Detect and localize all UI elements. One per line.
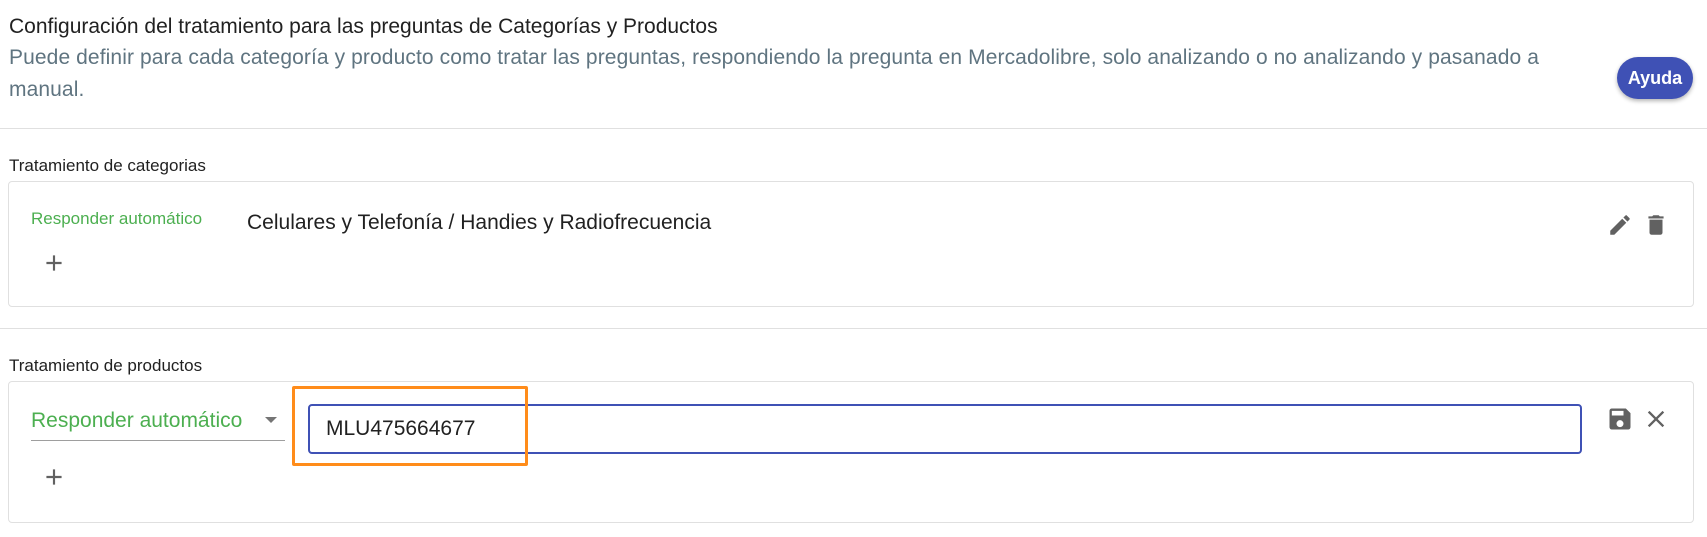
divider <box>0 328 1707 329</box>
products-card: Responder automático <box>8 381 1694 523</box>
divider <box>0 128 1707 129</box>
product-id-input[interactable] <box>308 404 1582 454</box>
add-product-icon[interactable] <box>39 462 69 492</box>
page: Configuración del tratamiento para las p… <box>0 0 1707 537</box>
dropdown-arrow-icon <box>265 417 277 423</box>
edit-icon[interactable] <box>1605 210 1635 240</box>
category-treatment-label: Responder automático <box>31 209 203 228</box>
help-button[interactable]: Ayuda <box>1617 57 1693 99</box>
add-category-icon[interactable] <box>39 248 69 278</box>
categories-card: Responder automático Celulares y Telefon… <box>8 181 1694 307</box>
category-path: Celulares y Telefonía / Handies y Radiof… <box>247 211 712 234</box>
header: Configuración del tratamiento para las p… <box>9 12 1619 106</box>
treatment-select[interactable]: Responder automático <box>31 402 285 441</box>
save-icon[interactable] <box>1605 404 1635 434</box>
page-subtitle: Puede definir para cada categoría y prod… <box>9 46 1539 101</box>
products-section-label: Tratamiento de productos <box>9 356 203 375</box>
page-title: Configuración del tratamiento para las p… <box>9 15 718 38</box>
delete-icon[interactable] <box>1641 210 1671 240</box>
treatment-select-value: Responder automático <box>31 409 243 432</box>
categories-section-label: Tratamiento de categorias <box>9 156 206 175</box>
close-icon[interactable] <box>1641 404 1671 434</box>
